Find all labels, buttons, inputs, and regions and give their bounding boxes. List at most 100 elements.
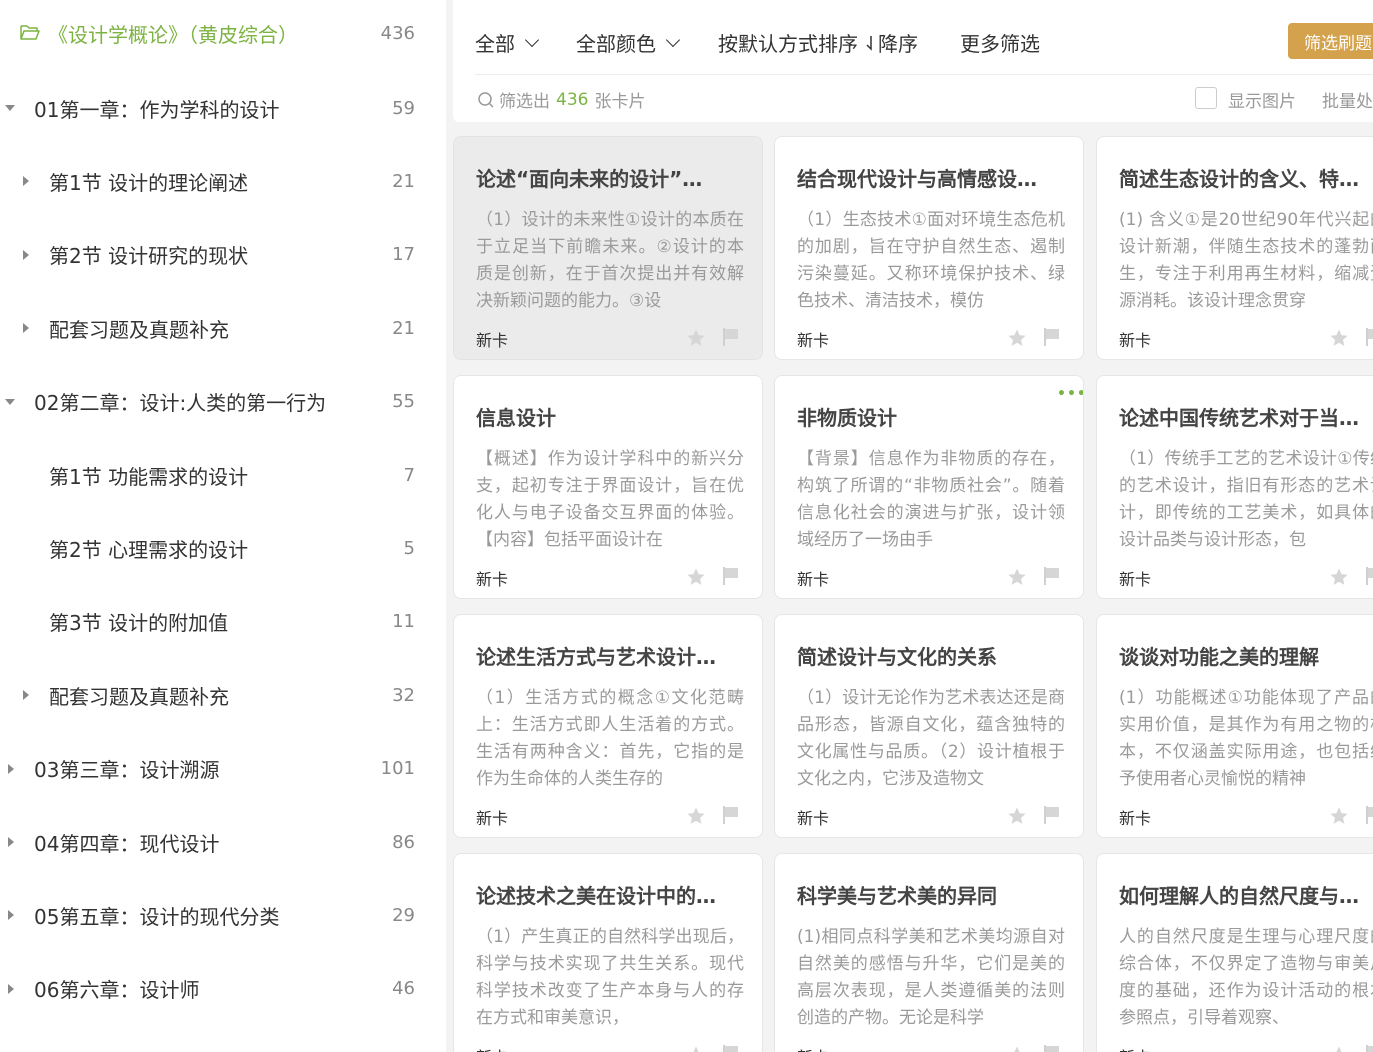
- flag-icon[interactable]: [722, 1044, 740, 1052]
- star-icon[interactable]: [1007, 567, 1027, 587]
- flashcard[interactable]: 论述中国传统艺术对于当… （1）传统手工艺的艺术设计①传统的艺术设计，指旧有形态的…: [1096, 375, 1373, 599]
- card-body: (1) 含义①是20世纪90年代兴起的设计新潮，伴随生态技术的蓬勃而生，专注于利…: [1119, 210, 1373, 311]
- tree-item[interactable]: 配套习题及真题补充 21: [0, 308, 446, 348]
- flag-icon[interactable]: [1365, 805, 1373, 825]
- flag-icon[interactable]: [722, 566, 740, 586]
- star-icon[interactable]: [1329, 328, 1349, 348]
- flag-icon[interactable]: [722, 805, 740, 825]
- flag-icon[interactable]: [1043, 1044, 1061, 1052]
- caret-right-icon[interactable]: [8, 910, 14, 921]
- card-title: 论述“面向未来的设计”…: [476, 167, 703, 191]
- flashcard[interactable]: 如何理解人的自然尺度与… 人的自然尺度是生理与心理尺度的综合体，不仅界定了造物与审…: [1096, 853, 1373, 1052]
- tree-item[interactable]: 第3节 设计的附加值 11: [0, 602, 446, 642]
- star-icon[interactable]: [686, 567, 706, 587]
- card-status-tag: 新卡: [797, 809, 830, 828]
- tree-item[interactable]: 05第五章：设计的现代分类 29: [0, 895, 446, 935]
- filter-all-label: 全部: [475, 32, 515, 56]
- card-status-tag: 新卡: [1119, 331, 1152, 350]
- flag-icon[interactable]: [1043, 327, 1061, 347]
- flashcard[interactable]: 科学美与艺术美的异同 (1)相同点科学美和艺术美均源自对自然美的感悟与升华，它们是…: [774, 853, 1084, 1052]
- batch-button[interactable]: 批量处: [1322, 87, 1373, 112]
- tree-item[interactable]: 配套习题及真题补充 32: [0, 675, 446, 715]
- caret-right-icon[interactable]: [23, 176, 29, 187]
- flashcard[interactable]: 简述设计与文化的关系 （1）设计无论作为艺术表达还是商品形态，皆源自文化，蕴含独特…: [774, 614, 1084, 838]
- tree-item[interactable]: 01第一章：作为学科的设计 59: [0, 88, 446, 128]
- flag-icon[interactable]: [1365, 566, 1373, 586]
- result-count: 436: [556, 89, 589, 110]
- search-icon: [478, 91, 494, 108]
- flashcard[interactable]: 简述生态设计的含义、特… (1) 含义①是20世纪90年代兴起的设计新潮，伴随生态…: [1096, 136, 1373, 360]
- filter-color-dropdown[interactable]: 全部颜色: [576, 28, 681, 57]
- tree-item[interactable]: 第1节 功能需求的设计 7: [0, 455, 446, 495]
- star-icon[interactable]: [1329, 806, 1349, 826]
- tree-item[interactable]: 03第三章：设计溯源 101: [0, 749, 446, 789]
- more-options-icon[interactable]: •••: [1057, 386, 1083, 402]
- filter-all-dropdown[interactable]: 全部: [475, 28, 540, 57]
- flashcard[interactable]: 非物质设计 【背景】信息作为非物质的存在，构筑了所谓的“非物质社会”。随着信息化社…: [774, 375, 1084, 599]
- caret-right-icon[interactable]: [23, 249, 29, 260]
- sort-dropdown[interactable]: 按默认方式排序 降序: [718, 28, 918, 57]
- filter-refresh-label: 筛选刷题: [1304, 33, 1372, 54]
- tree-item-label: 05第五章：设计的现代分类: [34, 904, 280, 929]
- tree-item[interactable]: 第1节 设计的理论阐述 21: [0, 161, 446, 201]
- flashcard[interactable]: 论述技术之美在设计中的… （1）产生真正的自然科学出现后，科学与技术实现了共生关系…: [453, 853, 763, 1052]
- star-icon[interactable]: [686, 806, 706, 826]
- tree-item[interactable]: 第2节 设计研究的现状 17: [0, 235, 446, 275]
- star-icon[interactable]: [686, 328, 706, 348]
- show-images-label[interactable]: 显示图片: [1228, 87, 1296, 112]
- sort-order-label: 降序: [878, 32, 918, 56]
- card-body: (1)相同点科学美和艺术美均源自对自然美的感悟与升华，它们是美的高层次表现，是人…: [797, 927, 1065, 1028]
- star-icon[interactable]: [1329, 1045, 1349, 1052]
- card-body: (1）功能概述①功能体现了产品的实用价值，是其作为有用之物的根本，不仅涵盖实际用…: [1119, 688, 1373, 789]
- flag-icon[interactable]: [1043, 566, 1061, 586]
- result-suffix: 张卡片: [594, 92, 646, 112]
- sort-arrow-icon: [866, 35, 872, 51]
- caret-right-icon[interactable]: [8, 983, 14, 994]
- star-icon[interactable]: [1007, 328, 1027, 348]
- card-title: 信息设计: [476, 406, 556, 430]
- tree-item[interactable]: 06第六章：设计师 46: [0, 969, 446, 1009]
- tree-item-label: 第2节 心理需求的设计: [49, 537, 249, 562]
- card-body: （1）设计的未来性①设计的本质在于立足当下前瞻未来。②设计的本质是创新，在于首次…: [476, 210, 744, 311]
- tree-item-count: 29: [392, 904, 415, 926]
- card-status-tag: 新卡: [797, 331, 830, 350]
- caret-right-icon[interactable]: [8, 837, 14, 847]
- tree-item[interactable]: 第2节 心理需求的设计 5: [0, 528, 446, 568]
- caret-right-icon[interactable]: [23, 323, 29, 334]
- flag-icon[interactable]: [1043, 805, 1061, 825]
- card-title: 科学美与艺术美的异同: [797, 884, 997, 908]
- tree-item[interactable]: 02第二章：设计:人类的第一行为 55: [0, 382, 446, 422]
- flag-icon[interactable]: [1365, 327, 1373, 347]
- tree-root[interactable]: 《设计学概论》（黄皮综合） 436: [0, 13, 446, 53]
- sidebar-tree: 《设计学概论》（黄皮综合） 436 01第一章：作为学科的设计 59 第1节 设计的…: [0, 0, 446, 1052]
- card-body: （1）产生真正的自然科学出现后，科学与技术实现了共生关系。现代科学技术改变了生产…: [476, 927, 744, 1028]
- flashcard[interactable]: 论述“面向未来的设计”… （1）设计的未来性①设计的本质在于立足当下前瞻未来。②设…: [453, 136, 763, 360]
- flashcard[interactable]: 论述生活方式与艺术设计… （1）生活方式的概念①文化范畴上：生活方式即人生活着的方…: [453, 614, 763, 838]
- flashcard[interactable]: 结合现代设计与高情感设… （1）生态技术①面对环境生态危机的加剧，旨在守护自然生态…: [774, 136, 1084, 360]
- show-images-checkbox[interactable]: [1195, 87, 1217, 109]
- tree-item[interactable]: 04第四章：现代设计 86: [0, 822, 446, 862]
- tree-root-count: 436: [380, 22, 415, 44]
- caret-down-icon[interactable]: [5, 398, 15, 405]
- tree-item-count: 21: [392, 317, 415, 339]
- folder-open-icon: [20, 25, 40, 40]
- star-icon[interactable]: [1007, 806, 1027, 826]
- star-icon[interactable]: [1007, 1045, 1027, 1052]
- flag-icon[interactable]: [1365, 1044, 1373, 1052]
- star-icon[interactable]: [686, 1045, 706, 1052]
- filter-refresh-button[interactable]: 筛选刷题: [1288, 23, 1373, 59]
- caret-right-icon[interactable]: [23, 690, 29, 701]
- caret-down-icon[interactable]: [5, 105, 15, 111]
- flashcard[interactable]: 信息设计【概述】作为设计学科中的新兴分支，起初专注于界面设计，旨在优化人与电子设…: [453, 375, 763, 599]
- card-title: 论述中国传统艺术对于当…: [1119, 406, 1359, 430]
- card-body: 【概述】作为设计学科中的新兴分支，起初专注于界面设计，旨在优化人与电子设备交互界…: [476, 449, 744, 550]
- more-filters-button[interactable]: 更多筛选: [960, 28, 1040, 57]
- tree-item[interactable]: 07第七章：设计批评30: [0, 1042, 446, 1052]
- star-icon[interactable]: [1329, 567, 1349, 587]
- chevron-down-icon: [665, 32, 681, 47]
- tree-item-count: 17: [392, 244, 415, 266]
- caret-right-icon[interactable]: [8, 763, 14, 774]
- flag-icon[interactable]: [722, 327, 740, 347]
- tree-root-label: 《设计学概论》（黄皮综合）: [48, 22, 298, 47]
- flashcard[interactable]: 谈谈对功能之美的理解 (1）功能概述①功能体现了产品的实用价值，是其作为有用之物的…: [1096, 614, 1373, 838]
